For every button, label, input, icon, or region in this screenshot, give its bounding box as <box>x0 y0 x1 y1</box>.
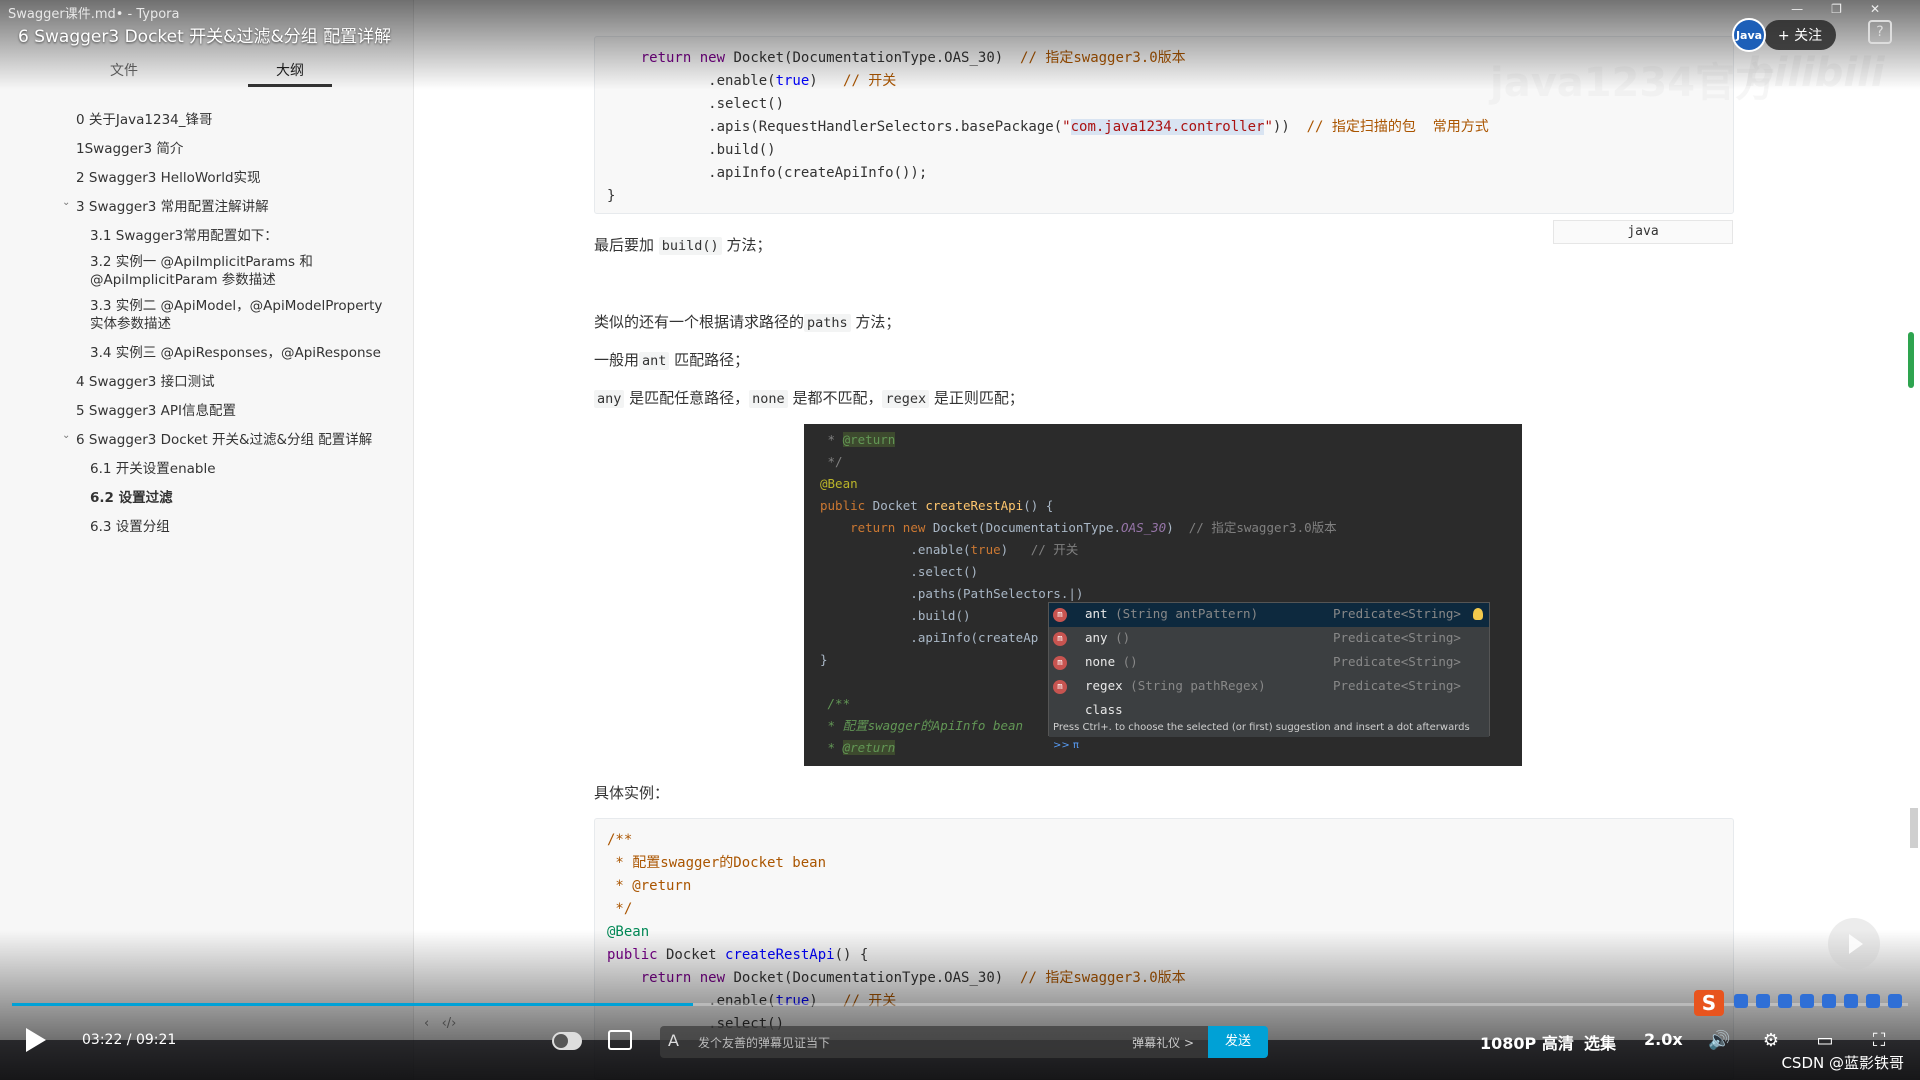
danmaku-settings-icon[interactable] <box>608 1030 632 1050</box>
volume-icon[interactable]: 🔊 <box>1708 1030 1730 1052</box>
outline-list: 0 关于Java1234_锋哥 1Swagger3 简介 2 Swagger3 … <box>0 104 414 540</box>
outline-item-active[interactable]: 6.2 设置过滤 <box>0 482 414 511</box>
outline-item[interactable]: 3.3 实例二 @ApiModel，@ApiModelProperty 实体参数… <box>0 293 414 337</box>
grid-icon[interactable] <box>1888 994 1902 1008</box>
danmaku-input[interactable]: A 发个友善的弹幕见证当下 弹幕礼仪 > <box>660 1026 1208 1058</box>
emoji-icon[interactable] <box>1778 994 1792 1008</box>
tab-files[interactable]: 文件 <box>110 60 138 80</box>
danmaku-toggle[interactable] <box>552 1032 582 1050</box>
settings-gear-icon[interactable]: ⚙ <box>1760 1030 1782 1052</box>
csdn-credit: CSDN @蓝影铁哥 <box>1781 1054 1904 1072</box>
autocomplete-hint: Press Ctrl+. to choose the selected (or … <box>1049 719 1489 751</box>
csdn-logo-icon: S <box>1694 990 1724 1016</box>
outline-item[interactable]: 0 关于Java1234_锋哥 <box>0 104 414 133</box>
paragraph-example: 具体实例： <box>594 784 670 802</box>
active-tab-indicator <box>248 84 332 87</box>
close-icon[interactable]: ✕ <box>1870 2 1880 16</box>
outline-item[interactable]: 3.1 Swagger3常用配置如下： <box>0 220 414 249</box>
keyboard-icon[interactable] <box>1822 994 1836 1008</box>
minimize-icon[interactable]: — <box>1791 2 1803 16</box>
ime-toolbar <box>1734 994 1918 1014</box>
ime-icon[interactable] <box>1734 994 1748 1008</box>
scroll-indicator[interactable] <box>1908 332 1914 388</box>
method-icon: m <box>1053 656 1067 670</box>
suggestion-none[interactable]: m none () Predicate<String> <box>1049 651 1489 675</box>
danmaku-etiquette-link[interactable]: 弹幕礼仪 > <box>1132 1034 1194 1051</box>
pip-icon[interactable]: ▭ <box>1814 1030 1836 1052</box>
lightbulb-icon[interactable] <box>1473 608 1483 620</box>
video-progress-bar[interactable] <box>12 1003 1908 1006</box>
method-icon: m <box>1053 632 1067 646</box>
uploader-avatar[interactable]: Java <box>1732 18 1766 52</box>
outline-item[interactable]: 6.1 开关设置enable <box>0 453 414 482</box>
send-button[interactable]: 发送 <box>1208 1026 1268 1058</box>
sidebar-tabs: 文件 大纲 <box>0 58 414 90</box>
chevron-down-icon[interactable]: ⌄ <box>62 197 70 208</box>
outline-item[interactable]: 3.4 实例三 @ApiResponses，@ApiResponse <box>0 337 414 366</box>
suggestion-ant[interactable]: m ant (String antPattern) Predicate<Stri… <box>1049 603 1489 627</box>
follow-button[interactable]: + 关注 <box>1764 20 1836 50</box>
bilibili-logo: bilibili <box>1745 50 1885 96</box>
help-icon[interactable]: ? <box>1868 20 1892 44</box>
code-text: /** * 配置swagger的Docket bean * @return */… <box>607 832 1186 1032</box>
mini-player-icon[interactable] <box>1828 918 1880 970</box>
scrollbar-thumb[interactable] <box>1910 808 1918 848</box>
sidebar: 文件 大纲 0 关于Java1234_锋哥 1Swagger3 简介 2 Swa… <box>0 0 414 1080</box>
chevron-down-icon[interactable]: ⌄ <box>62 430 70 441</box>
method-icon: m <box>1053 608 1067 622</box>
user-icon[interactable] <box>1844 994 1858 1008</box>
video-title: 6 Swagger3 Docket 开关&过滤&分组 配置详解 <box>18 27 392 47</box>
watermark-text: java1234官方 <box>1490 60 1776 106</box>
tab-outline[interactable]: 大纲 <box>276 60 304 80</box>
play-icon[interactable] <box>26 1028 46 1052</box>
outline-item[interactable]: 2 Swagger3 HelloWorld实现 <box>0 162 414 191</box>
window-title: Swagger课件.md• - Typora <box>8 7 180 22</box>
outline-item[interactable]: 4 Swagger3 接口测试 <box>0 366 414 395</box>
paragraph-ant: 一般用 ant 匹配路径； <box>594 351 750 370</box>
method-icon: m <box>1053 680 1067 694</box>
speed-selector[interactable]: 2.0x <box>1644 1030 1683 1049</box>
text-style-icon[interactable]: A <box>668 1031 679 1050</box>
player-controls: 03:22 / 09:21 A 发个友善的弹幕见证当下 弹幕礼仪 > 发送 10… <box>0 1022 1920 1062</box>
window-controls: — ❐ ✕ <box>1791 2 1880 16</box>
outline-item[interactable]: ⌄ 3 Swagger3 常用配置注解讲解 <box>0 191 414 220</box>
video-progress-fill <box>12 1003 693 1006</box>
outline-item[interactable]: ⌄ 6 Swagger3 Docket 开关&过滤&分组 配置详解 <box>0 424 414 453</box>
outline-item[interactable]: 1Swagger3 简介 <box>0 133 414 162</box>
mic-icon[interactable] <box>1800 994 1814 1008</box>
outline-item[interactable]: 5 Swagger3 API信息配置 <box>0 395 414 424</box>
skin-icon[interactable] <box>1866 994 1880 1008</box>
code-language-selector[interactable]: java <box>1553 220 1733 244</box>
paragraph-matchers: any 是匹配任意路径， none 是都不匹配， regex 是正则匹配； <box>594 387 1024 408</box>
autocomplete-popup: m ant (String antPattern) Predicate<Stri… <box>1048 602 1490 751</box>
fullscreen-icon[interactable]: ⛶ <box>1868 1030 1890 1052</box>
quality-selector[interactable]: 1080P 高清 <box>1480 1030 1574 1054</box>
episodes-button[interactable]: 选集 <box>1584 1030 1616 1054</box>
danmaku-placeholder: 发个友善的弹幕见证当下 <box>698 1036 831 1050</box>
time-display: 03:22 / 09:21 <box>82 1032 177 1048</box>
restore-icon[interactable]: ❐ <box>1831 2 1842 16</box>
outline-item[interactable]: 3.2 实例一 @ApiImplicitParams 和 @ApiImplici… <box>0 249 414 293</box>
suggestion-any[interactable]: m any () Predicate<String> <box>1049 627 1489 651</box>
punctuation-icon[interactable] <box>1756 994 1770 1008</box>
paragraph-build: 最后要加 build() 方法； <box>594 236 772 255</box>
paragraph-paths: 类似的还有一个根据请求路径的 paths 方法； <box>594 313 901 332</box>
ide-screenshot: * @return */ @Bean public Docket createR… <box>804 424 1522 766</box>
suggestion-regex[interactable]: m regex (String pathRegex) Predicate<Str… <box>1049 675 1489 699</box>
outline-item[interactable]: 6.3 设置分组 <box>0 511 414 540</box>
